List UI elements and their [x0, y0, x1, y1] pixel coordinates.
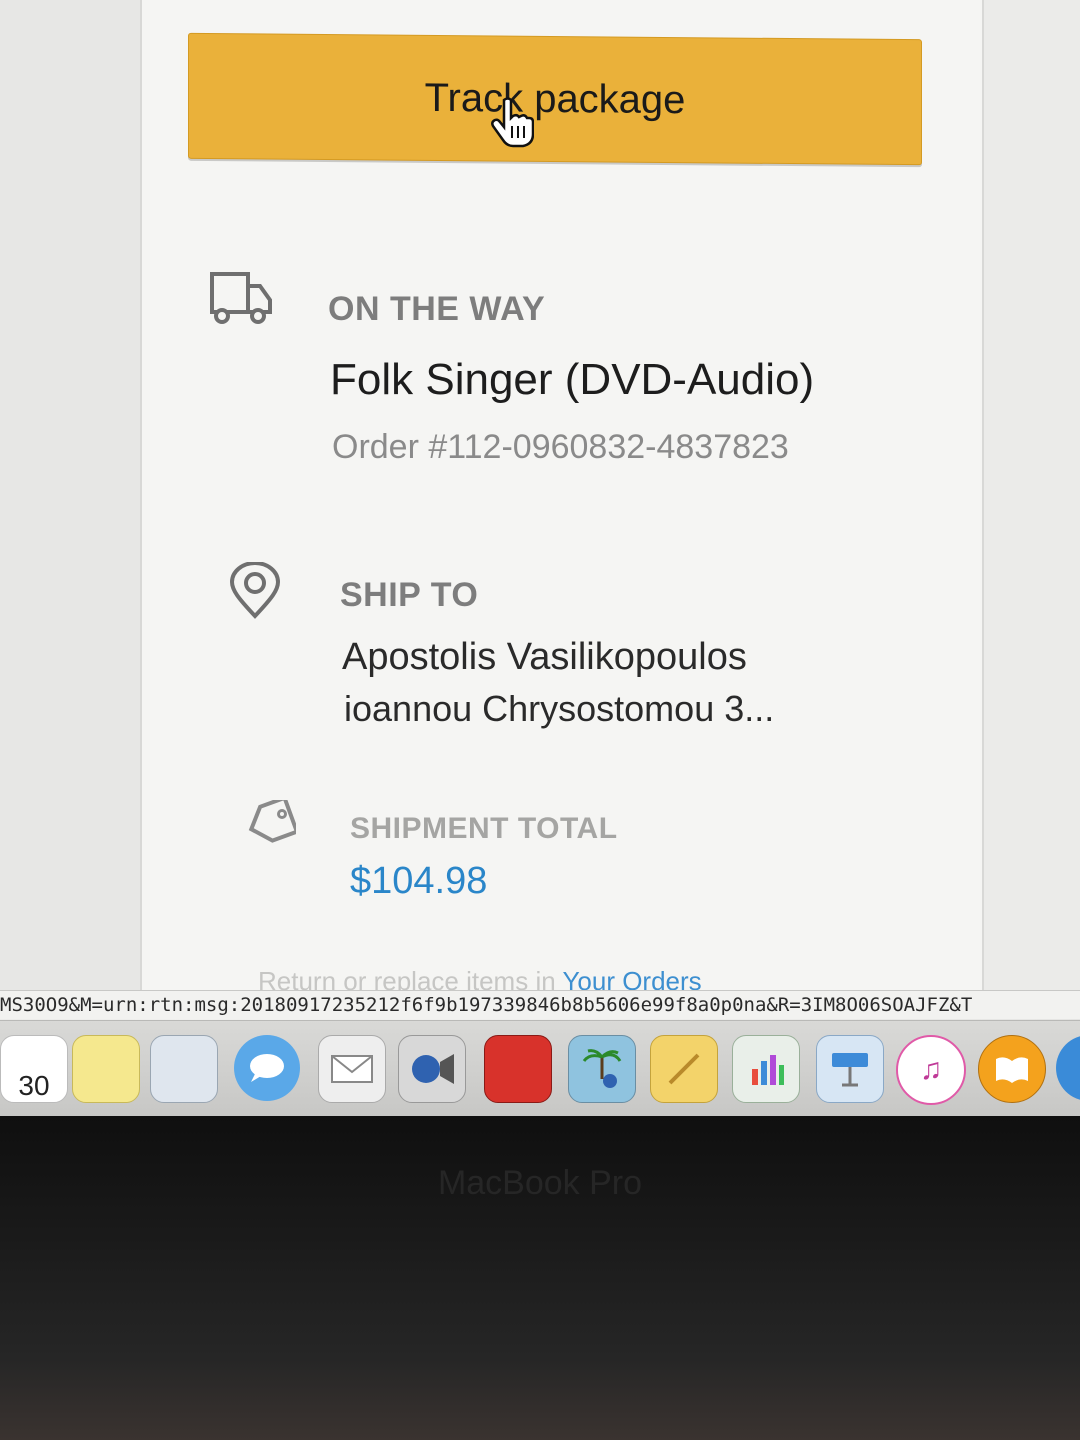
- iphoto-icon[interactable]: [568, 1035, 636, 1103]
- calendar-icon[interactable]: 30: [0, 1035, 68, 1103]
- order-number: Order #112-0960832-4837823: [332, 428, 789, 466]
- ibooks-icon[interactable]: [978, 1035, 1046, 1103]
- facetime-icon[interactable]: [398, 1035, 466, 1103]
- messages-icon[interactable]: [234, 1035, 300, 1101]
- hand-cursor-icon: [491, 97, 534, 148]
- numbers-icon[interactable]: [732, 1035, 800, 1103]
- itunes-icon[interactable]: ♫: [896, 1035, 966, 1105]
- recipient-address: ioannou Chrysostomou 3...: [344, 688, 775, 729]
- on-the-way-label: ON THE WAY: [328, 290, 546, 328]
- mail-icon[interactable]: [318, 1035, 386, 1103]
- dock: 30 ♫: [0, 1020, 1080, 1117]
- price-tag-icon: [248, 800, 296, 843]
- truck-icon: [210, 272, 272, 324]
- track-package-label: Track package: [424, 75, 686, 122]
- product-title[interactable]: Folk Singer (DVD-Audio): [330, 355, 814, 405]
- status-bar-url: MS30O9&M=urn:rtn:msg:20180917235212f6f9b…: [0, 990, 1080, 1019]
- page-background-left: [0, 0, 140, 990]
- shipment-total-label: SHIPMENT TOTAL: [350, 812, 618, 845]
- photo-booth-icon[interactable]: [484, 1035, 552, 1103]
- shipment-total-amount: $104.98: [350, 860, 488, 902]
- recipient-name: Apostolis Vasilikopoulos: [342, 636, 747, 678]
- safari-icon[interactable]: [1056, 1035, 1080, 1101]
- macbook-pro-label: MacBook Pro: [437, 1164, 643, 1202]
- ship-to-label: SHIP TO: [340, 576, 479, 614]
- location-pin-icon: [229, 562, 281, 619]
- track-package-button[interactable]: Track package: [188, 32, 922, 166]
- notes-icon[interactable]: [72, 1035, 140, 1103]
- preview-icon[interactable]: [150, 1035, 218, 1103]
- browser-viewport: Track package ON THE WAY Folk Singer (DV…: [0, 0, 1080, 1120]
- keynote-icon[interactable]: [816, 1035, 884, 1103]
- pages-icon[interactable]: [650, 1035, 718, 1103]
- calendar-day: 30: [18, 1070, 50, 1101]
